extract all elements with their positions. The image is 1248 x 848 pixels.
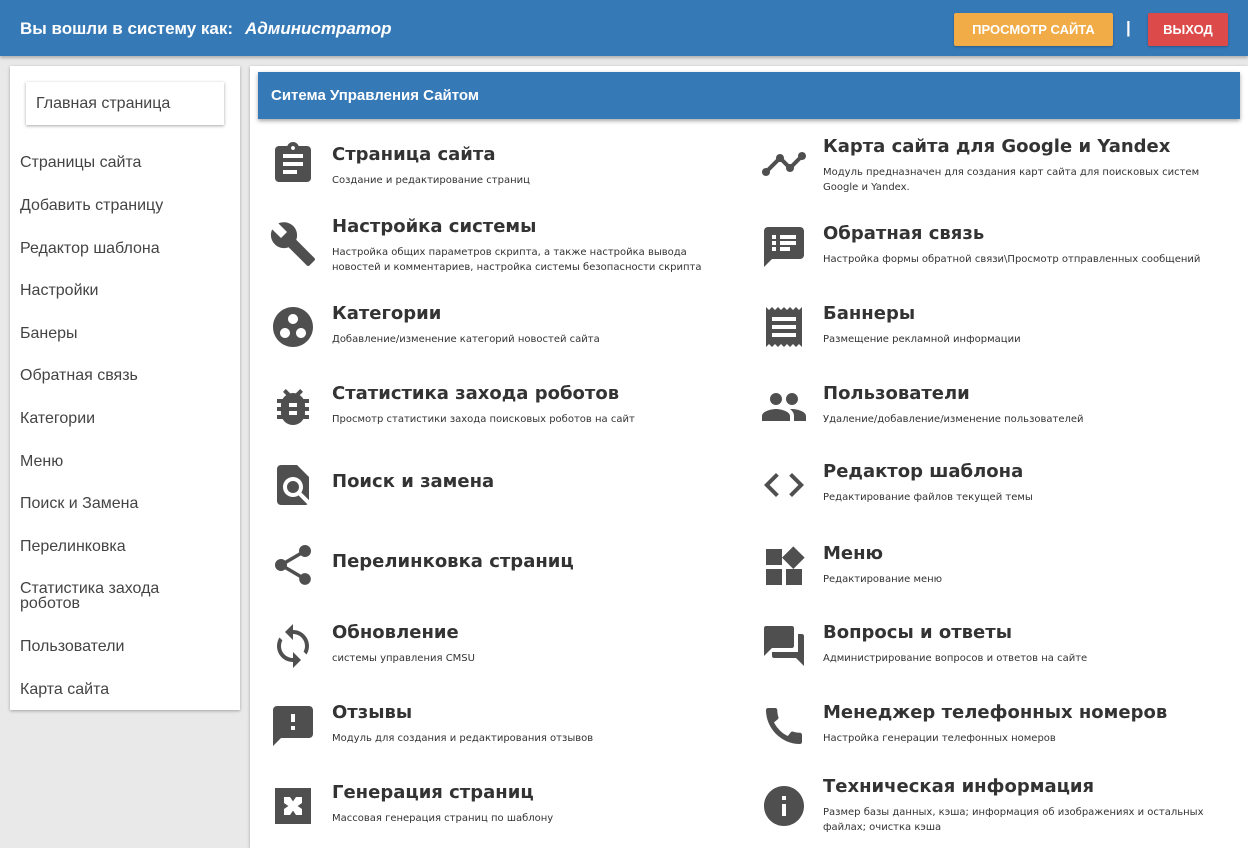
sidebar-item-template-editor[interactable]: Редактор шаблона [20, 241, 220, 257]
sidebar-home-link[interactable]: Главная страница [26, 82, 224, 125]
card-reviews[interactable]: Отзывы Модуль для создания и редактирова… [269, 702, 739, 757]
card-page-generation[interactable]: Генерация страниц Массовая генерация стр… [269, 782, 739, 837]
card-feedback[interactable]: Обратная связь Настройка формы обратной … [760, 223, 1235, 278]
sidebar-item-feedback[interactable]: Обратная связь [20, 368, 220, 384]
card-description: Добавление/изменение категорий новостей … [332, 334, 600, 345]
timeline-icon [760, 140, 808, 188]
logout-button[interactable]: ВЫХОД [1148, 13, 1228, 46]
card-description: Массовая генерация страниц по шаблону [332, 813, 554, 824]
card-categories[interactable]: Категории Добавление/изменение категорий… [269, 303, 739, 358]
receipt-icon [760, 303, 808, 351]
card-search-replace[interactable]: Поиск и замена [269, 461, 739, 516]
card-questions-answers[interactable]: Вопросы и ответы Администрирование вопро… [760, 622, 1235, 677]
card-title: Карта сайта для Google и Yandex [823, 136, 1171, 157]
card-description: Просмотр статистики захода поисковых роб… [332, 414, 635, 425]
card-description: Настройка генерации телефонных номеров [823, 733, 1056, 744]
card-title: Менеджер телефонных номеров [823, 702, 1168, 723]
card-title: Перелинковка страниц [332, 551, 574, 572]
card-title: Статистика захода роботов [332, 383, 620, 404]
card-banners[interactable]: Баннеры Размещение рекламной информации [760, 303, 1235, 358]
card-sitemap-google-yandex[interactable]: Карта сайта для Google и Yandex Модуль п… [760, 136, 1235, 196]
card-users[interactable]: Пользователи Удаление/добавление/изменен… [760, 383, 1235, 438]
find-file-icon [269, 461, 317, 509]
card-technical-info[interactable]: Техническая информация Размер базы данны… [760, 776, 1235, 841]
card-description: Настройка общих параметров скрипта, а та… [332, 247, 702, 273]
card-title: Меню [823, 543, 884, 564]
sync-icon [269, 622, 317, 670]
card-title: Генерация страниц [332, 782, 534, 803]
card-menu[interactable]: Меню Редактирование меню [760, 543, 1235, 598]
card-description: Размер базы данных, кэша; информация об … [823, 807, 1204, 833]
main-title: Ситема Управления Сайтом [258, 72, 1240, 119]
card-title: Настройка системы [332, 216, 537, 237]
card-title: Страница сайта [332, 144, 496, 165]
main-panel: Ситема Управления Сайтом Страница сайта … [250, 66, 1248, 848]
sidebar-item-sitemap[interactable]: Карта сайта [20, 682, 220, 698]
card-title: Баннеры [823, 303, 916, 324]
card-update[interactable]: Обновление системы управления CMSU [269, 622, 739, 677]
sidebar-item-add-page[interactable]: Добавить страницу [20, 198, 220, 214]
card-description: Удаление/добавление/изменение пользовате… [823, 414, 1084, 425]
card-title: Отзывы [332, 702, 413, 723]
sidebar-item-robot-stats[interactable]: Статистика захода роботов [20, 581, 220, 612]
card-title: Обновление [332, 622, 459, 643]
sidebar: Главная страница Страницы сайта Добавить… [10, 66, 240, 710]
card-description: Размещение рекламной информации [823, 334, 1021, 345]
info-icon [760, 782, 808, 830]
sidebar-item-search-replace[interactable]: Поиск и Замена [20, 496, 220, 512]
card-robot-stats[interactable]: Статистика захода роботов Просмотр стати… [269, 383, 739, 438]
bug-icon [269, 383, 317, 431]
card-description: Редактирование файлов текущей темы [823, 492, 1033, 503]
sidebar-item-banners[interactable]: Банеры [20, 326, 220, 342]
card-description: Администрирование вопросов и ответов на … [823, 653, 1088, 664]
card-description: Настройка формы обратной связи\Просмотр … [823, 254, 1201, 265]
card-title: Категории [332, 303, 442, 324]
share-icon [269, 541, 317, 589]
card-site-page[interactable]: Страница сайта Создание и редактирование… [269, 140, 739, 200]
card-title: Обратная связь [823, 223, 985, 244]
feedback-icon [760, 223, 808, 271]
card-title: Техническая информация [823, 776, 1095, 797]
sidebar-item-categories[interactable]: Категории [20, 411, 220, 427]
card-description: Модуль для создания и редактирования отз… [332, 733, 594, 744]
alert-comment-icon [269, 702, 317, 750]
sidebar-item-users[interactable]: Пользователи [20, 639, 220, 655]
card-description: Модуль предназначен для создания карт са… [823, 167, 1200, 193]
card-description: системы управления CMSU [332, 653, 475, 664]
view-site-button[interactable]: ПРОСМОТР САЙТА [954, 13, 1113, 46]
card-interlinking[interactable]: Перелинковка страниц [269, 541, 739, 596]
widgets-icon [760, 543, 808, 591]
clipboard-icon [269, 140, 317, 188]
header-separator: | [1126, 18, 1131, 37]
generate-icon [269, 782, 317, 830]
card-title: Поиск и замена [332, 471, 495, 492]
wrench-icon [269, 220, 317, 268]
card-description: Создание и редактирование страниц [332, 175, 530, 186]
phone-icon [760, 702, 808, 750]
card-title: Вопросы и ответы [823, 622, 1012, 643]
login-label: Вы вошли в систему как: [20, 19, 234, 38]
card-template-editor[interactable]: Редактор шаблона Редактирование файлов т… [760, 461, 1235, 516]
code-icon [760, 461, 808, 509]
current-user-name: Администратор [245, 19, 392, 38]
sidebar-item-settings[interactable]: Настройки [20, 283, 220, 299]
card-phone-manager[interactable]: Менеджер телефонных номеров Настройка ге… [760, 702, 1235, 757]
users-icon [760, 383, 808, 431]
sidebar-item-site-pages[interactable]: Страницы сайта [20, 155, 220, 171]
sidebar-item-menu[interactable]: Меню [20, 454, 220, 470]
card-title: Пользователи [823, 383, 970, 404]
sidebar-item-interlinking[interactable]: Перелинковка [20, 539, 220, 555]
card-description: Редактирование меню [823, 574, 943, 585]
top-header-bar: Вы вошли в систему как: Администратор ПР… [0, 0, 1248, 56]
forum-icon [760, 622, 808, 670]
categories-icon [269, 303, 317, 351]
card-system-settings[interactable]: Настройка системы Настройка общих параме… [269, 216, 739, 281]
card-title: Редактор шаблона [823, 461, 1024, 482]
